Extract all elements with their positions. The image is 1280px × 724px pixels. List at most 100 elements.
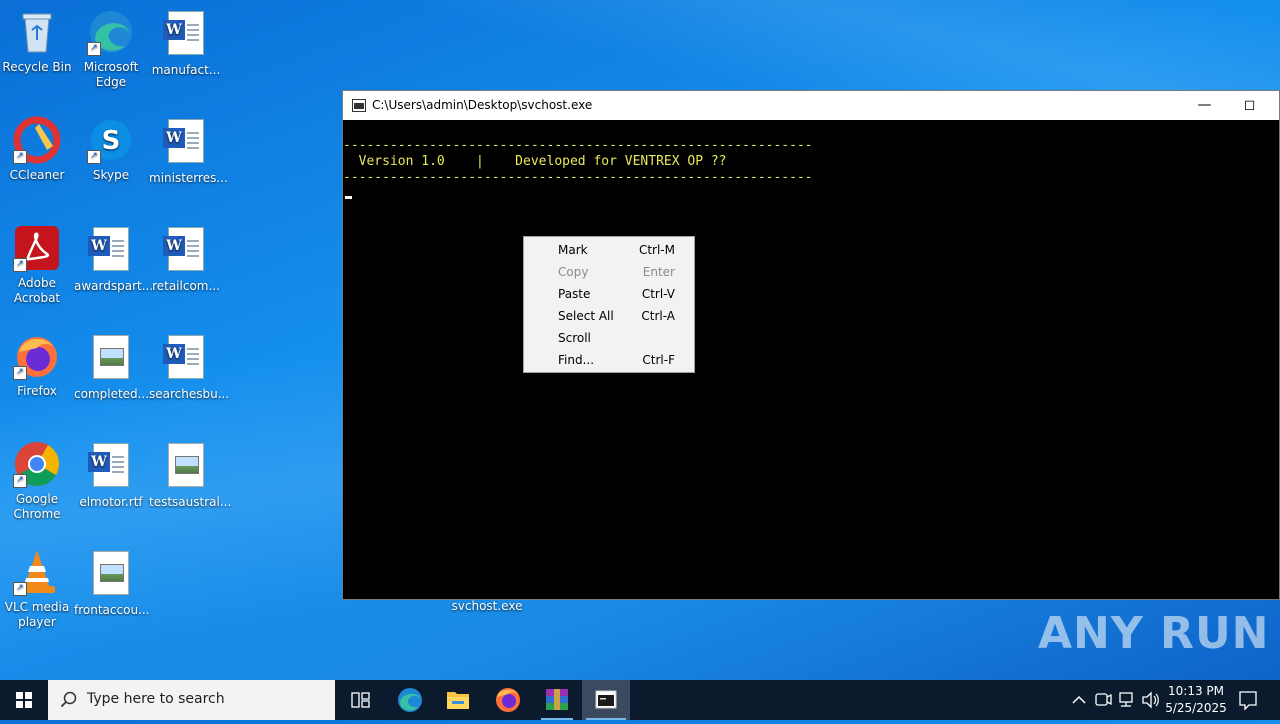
word-document-icon: W	[87, 443, 135, 491]
menu-item-copy[interactable]: Copy Enter	[524, 261, 694, 283]
desktop-icon-skype[interactable]: S ↗ Skype	[74, 116, 148, 183]
taskbar-winrar[interactable]	[533, 680, 581, 720]
desktop-icon-label: searchesbu...	[149, 387, 230, 401]
word-document-icon: W	[162, 11, 210, 59]
desktop-icon-label: Adobe Acrobat	[13, 276, 61, 305]
menu-item-shortcut: Ctrl-F	[642, 353, 675, 367]
menu-item-label: Find...	[558, 353, 595, 367]
console-line: ----------------------------------------…	[343, 138, 813, 153]
desktop-icon-frontaccou[interactable]: frontaccou...	[74, 548, 150, 618]
svg-text:S: S	[102, 126, 121, 156]
word-document-icon: W	[162, 119, 210, 167]
task-view-button[interactable]	[336, 680, 384, 720]
menu-item-shortcut: Ctrl-V	[641, 287, 675, 301]
console-title-bar[interactable]: C:\Users\admin\Desktop\svchost.exe — ◻	[343, 91, 1279, 120]
start-button[interactable]	[0, 680, 48, 720]
menu-item-label: Select All	[558, 309, 614, 323]
tray-volume[interactable]	[1140, 680, 1162, 720]
shortcut-arrow-icon: ↗	[13, 258, 27, 272]
desktop-icon-elmotor[interactable]: W elmotor.rtf	[74, 440, 148, 510]
task-view-icon	[351, 692, 370, 708]
anyrun-watermark: ANY RUN	[1038, 608, 1270, 659]
shortcut-arrow-icon: ↗	[13, 150, 27, 164]
taskbar-firefox[interactable]	[484, 680, 532, 720]
console-icon	[352, 99, 366, 112]
desktop-icon-retailcom[interactable]: W retailcom...	[149, 224, 223, 294]
desktop-icon-label: awardspart...	[74, 279, 154, 293]
console-output[interactable]: ----------------------------------------…	[343, 120, 1279, 599]
text-cursor	[345, 196, 352, 199]
chrome-icon: ↗	[13, 440, 61, 488]
search-placeholder: Type here to search	[87, 691, 225, 707]
maximize-button[interactable]: ◻	[1227, 91, 1272, 120]
word-document-icon: W	[162, 335, 210, 383]
search-icon	[60, 691, 77, 708]
console-window[interactable]: C:\Users\admin\Desktop\svchost.exe — ◻ -…	[342, 90, 1280, 600]
minimize-button[interactable]: —	[1182, 91, 1227, 120]
desktop-icon-label: VLC media player	[4, 600, 70, 629]
clock-date: 5/25/2025	[1165, 701, 1227, 715]
console-line: ----------------------------------------…	[343, 170, 813, 185]
taskbar-edge[interactable]	[386, 680, 434, 720]
winrar-icon	[546, 689, 568, 710]
tray-network[interactable]	[1116, 680, 1138, 720]
desktop-icon-label-svchost[interactable]: svchost.exe	[440, 599, 534, 613]
desktop-icon-awardspart[interactable]: W awardspart...	[74, 224, 154, 294]
menu-item-label: Scroll	[558, 331, 591, 345]
menu-item-paste[interactable]: Paste Ctrl-V	[524, 283, 694, 305]
firefox-icon	[496, 688, 520, 712]
console-title: C:\Users\admin\Desktop\svchost.exe	[372, 98, 593, 112]
image-document-icon	[87, 335, 135, 383]
menu-item-select-all[interactable]: Select All Ctrl-A	[524, 305, 694, 327]
menu-item-scroll[interactable]: Scroll	[524, 327, 694, 349]
context-menu: Mark Ctrl-M Copy Enter Paste Ctrl-V Sele…	[523, 236, 695, 373]
desktop-icon-recycle-bin[interactable]: Recycle Bin	[0, 8, 74, 75]
desktop-icon-adobe-acrobat[interactable]: ↗ Adobe Acrobat	[0, 224, 74, 306]
speaker-icon	[1142, 691, 1159, 709]
notification-icon	[1239, 691, 1257, 711]
taskbar-file-explorer[interactable]	[434, 680, 482, 720]
desktop-icon-label: Recycle Bin	[2, 60, 72, 74]
chevron-up-icon	[1072, 695, 1086, 704]
menu-item-shortcut: Ctrl-A	[641, 309, 675, 323]
desktop-icon-google-chrome[interactable]: ↗ Google Chrome	[0, 440, 74, 522]
ccleaner-icon: ↗	[13, 116, 61, 164]
menu-item-find[interactable]: Find... Ctrl-F	[524, 349, 694, 371]
file-explorer-icon	[447, 692, 469, 709]
taskbar-search-box[interactable]: Type here to search	[48, 680, 335, 720]
shortcut-arrow-icon: ↗	[13, 582, 27, 596]
shortcut-arrow-icon: ↗	[87, 150, 101, 164]
desktop-icon-label: Google Chrome	[13, 492, 61, 521]
image-document-icon	[87, 551, 135, 599]
skype-icon: S ↗	[87, 116, 135, 164]
edge-icon	[398, 688, 422, 712]
desktop-icon-label: ministerres...	[149, 171, 228, 185]
desktop-icon-label: completed...	[74, 387, 150, 401]
desktop-icon-ccleaner[interactable]: ↗ CCleaner	[0, 116, 74, 183]
desktop-icon-ministerres[interactable]: W ministerres...	[149, 116, 228, 186]
desktop-icon-searchesbu[interactable]: W searchesbu...	[149, 332, 230, 402]
shortcut-arrow-icon: ↗	[87, 42, 101, 56]
desktop-icon-microsoft-edge[interactable]: ↗ Microsoft Edge	[74, 8, 148, 90]
shortcut-arrow-icon: ↗	[13, 474, 27, 488]
desktop-icon-vlc[interactable]: ↗ VLC media player	[0, 548, 74, 630]
menu-item-label: Copy	[558, 265, 589, 279]
desktop-icon-label: Microsoft Edge	[83, 60, 139, 89]
console-icon	[595, 690, 617, 709]
tray-show-hidden-icons[interactable]	[1068, 680, 1090, 720]
acrobat-icon: ↗	[13, 224, 61, 272]
desktop-icon-firefox[interactable]: ↗ Firefox	[0, 332, 74, 399]
firefox-icon: ↗	[13, 332, 61, 380]
taskbar-clock[interactable]: 10:13 PM 5/25/2025	[1160, 683, 1232, 717]
menu-item-mark[interactable]: Mark Ctrl-M	[524, 239, 694, 261]
menu-item-shortcut: Enter	[642, 265, 675, 279]
tray-meet-now[interactable]	[1092, 680, 1114, 720]
clock-time: 10:13 PM	[1168, 684, 1224, 698]
desktop-icon-completed[interactable]: completed...	[74, 332, 150, 402]
desktop-icon-testsaustral[interactable]: testsaustral...	[149, 440, 231, 510]
desktop-icon-manufact[interactable]: W manufact...	[149, 8, 223, 78]
tray-notifications[interactable]	[1236, 680, 1260, 720]
menu-item-label: Mark	[558, 243, 588, 257]
taskbar-console[interactable]	[582, 680, 630, 720]
edge-icon: ↗	[87, 8, 135, 56]
